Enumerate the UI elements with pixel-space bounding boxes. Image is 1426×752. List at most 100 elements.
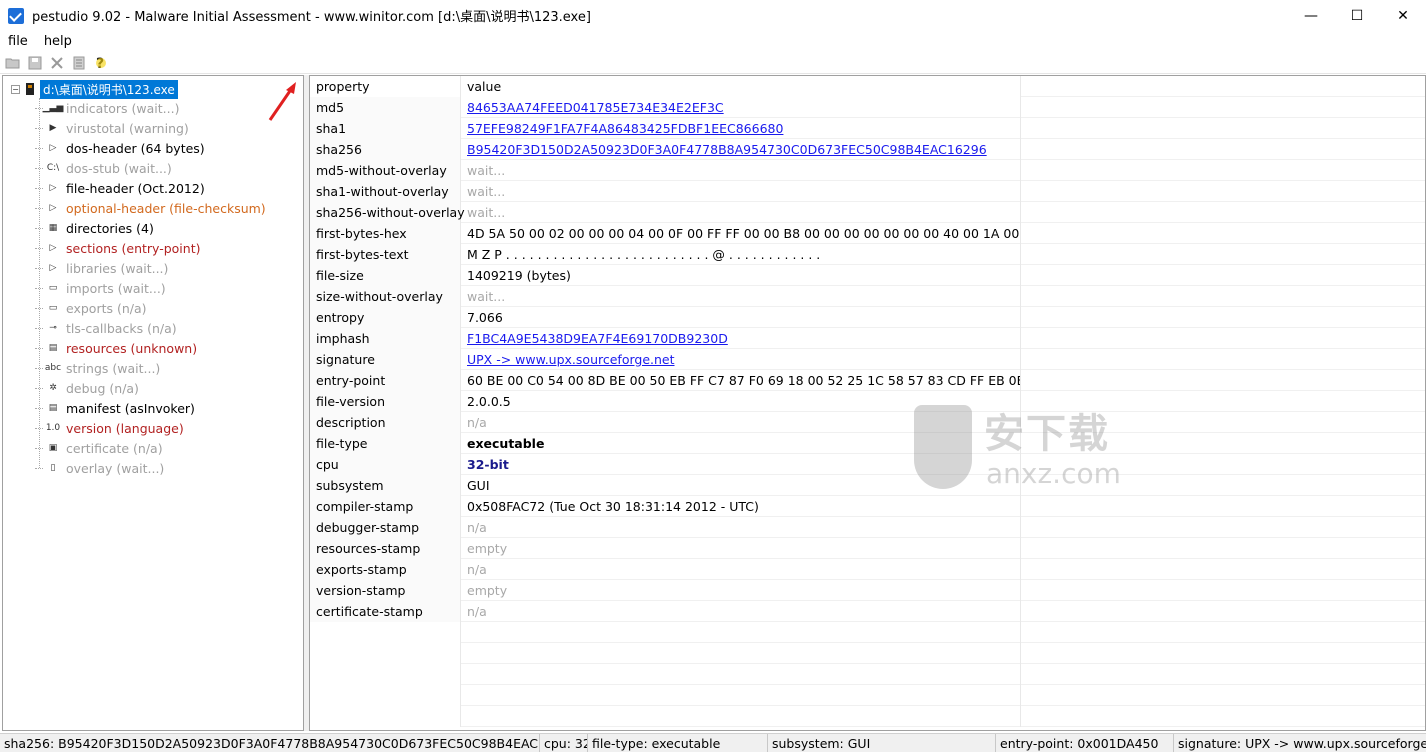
tree-item[interactable]: ▭ exports (n/a) [35, 298, 147, 318]
maximize-button[interactable]: ☐ [1334, 0, 1380, 31]
table-row[interactable]: first-bytes-text M Z P . . . . . . . . . … [310, 244, 1425, 265]
value-text: GUI [467, 478, 490, 493]
manifest-icon: ▤ [48, 403, 58, 413]
property-cell: imphash [310, 328, 461, 349]
table-row[interactable]: sha1-without-overlay wait... [310, 181, 1425, 202]
table-row[interactable]: description n/a [310, 412, 1425, 433]
table-row[interactable]: md5 84653AA74FEED041785E734E34E2EF3C [310, 97, 1425, 118]
table-row[interactable]: size-without-overlay wait... [310, 286, 1425, 307]
value-link[interactable]: F1BC4A9E5438D9EA7F4E69170DB9230D [467, 331, 728, 346]
table-row[interactable]: subsystem GUI [310, 475, 1425, 496]
table-row[interactable]: imphash F1BC4A9E5438D9EA7F4E69170DB9230D [310, 328, 1425, 349]
table-row[interactable]: sha256-without-overlay wait... [310, 202, 1425, 223]
property-cell: file-size [310, 265, 461, 286]
menu-file[interactable]: file [0, 34, 36, 49]
value-text: wait... [467, 184, 506, 199]
tree-item[interactable]: ▣ certificate (n/a) [35, 438, 163, 458]
status-file-type: file-type: executable [588, 734, 768, 752]
tree-item[interactable]: ✲ debug (n/a) [35, 378, 139, 398]
tree-connector [35, 207, 43, 209]
close-button[interactable]: ✕ [1380, 0, 1426, 31]
tree-item[interactable]: ▷ libraries (wait...) [35, 258, 168, 278]
value-cell[interactable]: B95420F3D150D2A50923D0F3A0F4778B8A954730… [461, 139, 1021, 160]
value-link[interactable]: 57EFE98249F1FA7F4A86483425FDBF1EEC866680 [467, 121, 783, 136]
table-row[interactable]: certificate-stamp n/a [310, 601, 1425, 622]
tree-connector [35, 467, 43, 469]
open-folder-icon[interactable] [4, 54, 22, 72]
tree-connector [35, 447, 43, 449]
table-row[interactable]: resources-stamp empty [310, 538, 1425, 559]
value-text: 1409219 (bytes) [467, 268, 571, 283]
document-icon[interactable] [70, 54, 88, 72]
tree-item[interactable]: ▷ dos-header (64 bytes) [35, 138, 205, 158]
tree-root-label[interactable]: d:\桌面\说明书\123.exe [40, 79, 178, 99]
title-bar: pestudio 9.02 - Malware Initial Assessme… [0, 0, 1426, 31]
empty-cell [310, 622, 461, 643]
table-row[interactable]: signature UPX -> www.upx.sourceforge.net [310, 349, 1425, 370]
value-cell: 60 BE 00 C0 54 00 8D BE 00 50 EB FF C7 8… [461, 370, 1021, 391]
value-text: 4D 5A 50 00 02 00 00 00 04 00 0F 00 FF F… [467, 226, 1021, 241]
value-text: empty [467, 583, 508, 598]
table-row[interactable]: file-type executable [310, 433, 1425, 454]
value-text: 60 BE 00 C0 54 00 8D BE 00 50 EB FF C7 8… [467, 373, 1021, 388]
tree-item[interactable]: ▁▃▅ indicators (wait...) [35, 98, 179, 118]
table-row[interactable]: file-version 2.0.0.5 [310, 391, 1425, 412]
value-cell[interactable]: 57EFE98249F1FA7F4A86483425FDBF1EEC866680 [461, 118, 1021, 139]
tree-item[interactable]: abc strings (wait...) [35, 358, 160, 378]
tree-item[interactable]: ▤ resources (unknown) [35, 338, 197, 358]
expand-arrow-icon: ▷ [49, 183, 57, 193]
tree-root[interactable]: − d:\桌面\说明书\123.exe [11, 79, 178, 99]
save-icon[interactable] [26, 54, 44, 72]
value-link[interactable]: B95420F3D150D2A50923D0F3A0F4778B8A954730… [467, 142, 987, 157]
table-row[interactable]: compiler-stamp 0x508FAC72 (Tue Oct 30 18:… [310, 496, 1425, 517]
value-link[interactable]: UPX -> www.upx.sourceforge.net [467, 352, 675, 367]
tree-item[interactable]: ▯ overlay (wait...) [35, 458, 164, 478]
tree-item-label: indicators (wait...) [66, 100, 180, 116]
table-row[interactable]: entropy 7.066 [310, 307, 1425, 328]
table-row[interactable]: exports-stamp n/a [310, 559, 1425, 580]
tree-item[interactable]: ▷ file-header (Oct.2012) [35, 178, 205, 198]
value-cell: M Z P . . . . . . . . . . . . . . . . . … [461, 244, 1021, 265]
table-row[interactable]: entry-point 60 BE 00 C0 54 00 8D BE 00 50… [310, 370, 1425, 391]
table-row[interactable]: sha1 57EFE98249F1FA7F4A86483425FDBF1EEC86… [310, 118, 1425, 139]
help-icon[interactable]: ? [92, 54, 110, 72]
expand-arrow-icon: ▷ [49, 263, 57, 273]
menu-help[interactable]: help [36, 34, 80, 49]
value-cell[interactable]: UPX -> www.upx.sourceforge.net [461, 349, 1021, 370]
tree-item-label: virustotal (warning) [66, 120, 189, 136]
column-header-value[interactable]: value [461, 76, 1021, 97]
property-cell: first-bytes-hex [310, 223, 461, 244]
tree-item[interactable]: C:\ dos-stub (wait...) [35, 158, 172, 178]
table-row[interactable]: sha256 B95420F3D150D2A50923D0F3A0F4778B8A… [310, 139, 1425, 160]
minimize-button[interactable]: — [1288, 0, 1334, 31]
value-link[interactable]: 84653AA74FEED041785E734E34E2EF3C [467, 100, 724, 115]
table-row[interactable]: md5-without-overlay wait... [310, 160, 1425, 181]
exports-icon: ▭ [48, 303, 58, 313]
empty-cell [461, 685, 1021, 706]
tree-item[interactable]: ▭ imports (wait...) [35, 278, 166, 298]
table-row[interactable]: debugger-stamp n/a [310, 517, 1425, 538]
value-cell[interactable]: 84653AA74FEED041785E734E34E2EF3C [461, 97, 1021, 118]
collapse-icon[interactable]: − [11, 84, 20, 94]
column-header-property[interactable]: property [310, 76, 461, 97]
tree-item[interactable]: ▶ virustotal (warning) [35, 118, 189, 138]
tree-connector [35, 407, 43, 409]
tree-item[interactable]: ⊸ tls-callbacks (n/a) [35, 318, 177, 338]
empty-cell [461, 706, 1021, 727]
value-text: wait... [467, 163, 506, 178]
tree-item[interactable]: ▷ sections (entry-point) [35, 238, 200, 258]
key-icon: ⊸ [49, 323, 57, 333]
value-cell: 32-bit [461, 454, 1021, 475]
table-row[interactable]: file-size 1409219 (bytes) [310, 265, 1425, 286]
table-row[interactable]: version-stamp empty [310, 580, 1425, 601]
close-file-icon[interactable] [48, 54, 66, 72]
tree-item[interactable]: ▦ directories (4) [35, 218, 154, 238]
tree-item[interactable]: ▷ optional-header (file-checksum) [35, 198, 266, 218]
table-row[interactable]: first-bytes-hex 4D 5A 50 00 02 00 00 00 0… [310, 223, 1425, 244]
tree-item-label: resources (unknown) [66, 340, 198, 356]
tree-item[interactable]: ▤ manifest (asInvoker) [35, 398, 195, 418]
value-text: executable [467, 436, 545, 451]
value-cell[interactable]: F1BC4A9E5438D9EA7F4E69170DB9230D [461, 328, 1021, 349]
table-row[interactable]: cpu 32-bit [310, 454, 1425, 475]
tree-item[interactable]: 1.0 version (language) [35, 418, 184, 438]
